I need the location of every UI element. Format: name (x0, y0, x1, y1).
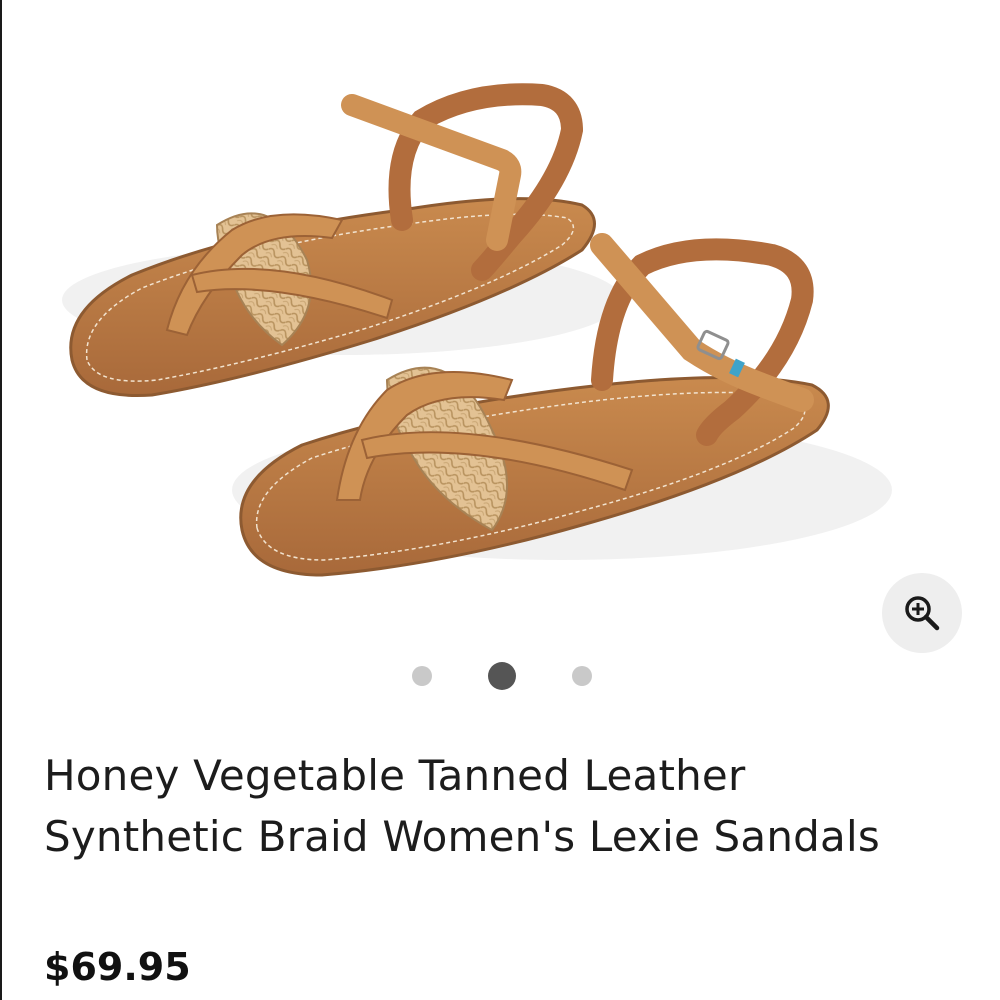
product-image[interactable] (42, 60, 922, 620)
product-price: $69.95 (44, 945, 191, 989)
product-page: Honey Vegetable Tanned Leather Synthetic… (0, 0, 1000, 1000)
carousel-dot-2-active[interactable] (488, 662, 516, 690)
carousel-dot-3[interactable] (572, 666, 592, 686)
carousel-dot-1[interactable] (412, 666, 432, 686)
product-title: Honey Vegetable Tanned Leather Synthetic… (44, 751, 880, 861)
zoom-in-icon (905, 596, 940, 631)
carousel-pagination (2, 662, 1000, 690)
product-image-gallery[interactable] (2, 0, 1000, 720)
zoom-button[interactable] (882, 573, 962, 653)
